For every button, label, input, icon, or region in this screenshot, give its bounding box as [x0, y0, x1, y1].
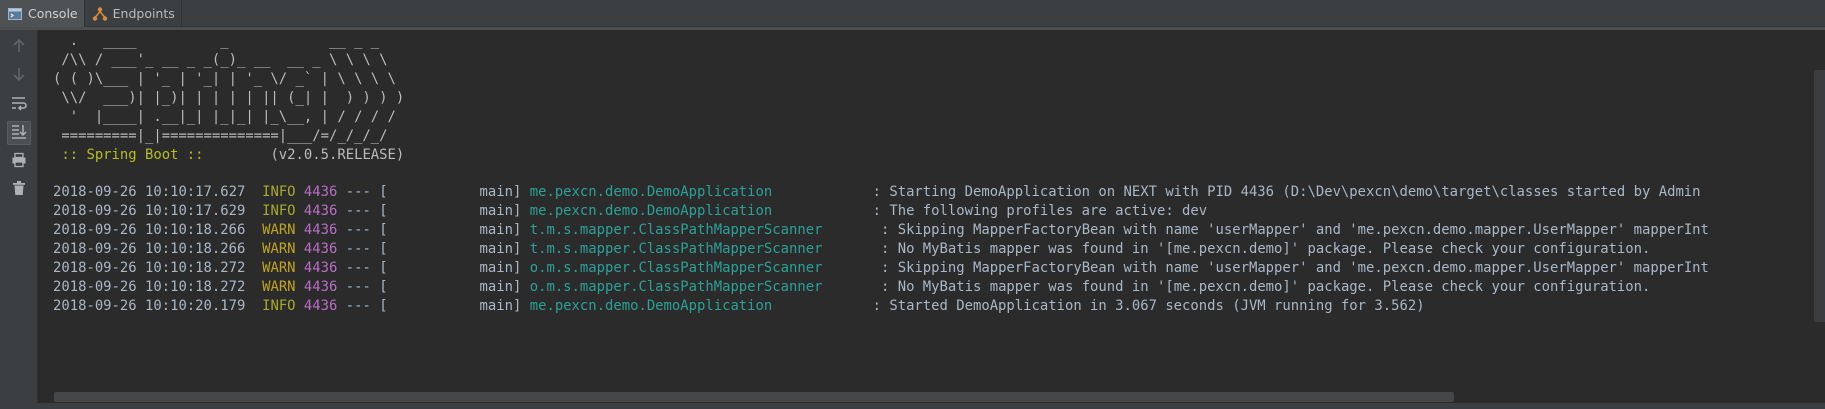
- log-space: [245, 279, 262, 295]
- console-output[interactable]: . ____ _ __ _ _ /\\ / ___'_ __ _ _(_)_ _…: [39, 30, 1825, 392]
- console-toolbar: [0, 30, 38, 409]
- vertical-scrollbar[interactable]: [1814, 70, 1825, 322]
- scroll-to-end-button[interactable]: [7, 121, 31, 145]
- log-space: [296, 184, 304, 200]
- soft-wrap-icon: [10, 95, 28, 115]
- log-timestamp: 2018-09-26 10:10:18.266: [53, 222, 246, 238]
- log-message: : No MyBatis mapper was found in '[me.pe…: [872, 279, 1651, 295]
- log-pid: 4436: [303, 260, 338, 276]
- print-icon: [11, 152, 27, 172]
- endpoints-icon: [91, 5, 109, 23]
- log-space: [296, 203, 304, 219]
- log-logger: t.m.s.mapper.ClassPathMapperScanner: [529, 241, 873, 257]
- log-timestamp: 2018-09-26 10:10:18.272: [53, 279, 246, 295]
- log-message: : Skipping MapperFactoryBean with name '…: [872, 222, 1709, 238]
- log-level: INFO: [262, 298, 296, 314]
- log-space: [296, 222, 304, 238]
- log-logger: me.pexcn.demo.DemoApplication: [529, 298, 865, 314]
- log-separator: --- [: [337, 260, 388, 276]
- bottom-border: [0, 403, 1825, 409]
- trash-icon: [11, 180, 27, 200]
- tab-endpoints[interactable]: Endpoints: [85, 0, 182, 27]
- log-level: WARN: [262, 260, 296, 276]
- log-space: [245, 298, 262, 314]
- scroll-to-end-icon: [10, 123, 28, 143]
- log-space: [296, 241, 304, 257]
- run-tool-window: Console Endpoints . ____ _ __ _ _ /\\ / …: [0, 0, 1825, 409]
- log-logger: o.m.s.mapper.ClassPathMapperScanner: [529, 260, 873, 276]
- log-space: [245, 203, 262, 219]
- log-thread: main]: [387, 298, 530, 314]
- up-arrow-icon: [11, 38, 27, 58]
- log-separator: --- [: [337, 241, 388, 257]
- log-level: INFO: [262, 184, 296, 200]
- spring-boot-version: (v2.0.5.RELEASE): [211, 147, 405, 163]
- log-separator: --- [: [337, 184, 388, 200]
- log-logger: me.pexcn.demo.DemoApplication: [529, 203, 865, 219]
- log-pid: 4436: [303, 184, 338, 200]
- log-timestamp: 2018-09-26 10:10:18.272: [53, 260, 246, 276]
- log-level: WARN: [262, 222, 296, 238]
- log-pid: 4436: [303, 241, 338, 257]
- scroll-down-button[interactable]: [7, 64, 31, 88]
- log-thread: main]: [387, 222, 530, 238]
- console-icon: [6, 5, 24, 23]
- log-timestamp: 2018-09-26 10:10:18.266: [53, 241, 246, 257]
- log-separator: --- [: [337, 222, 388, 238]
- log-logger: t.m.s.mapper.ClassPathMapperScanner: [529, 222, 873, 238]
- down-arrow-icon: [11, 66, 27, 86]
- log-timestamp: 2018-09-26 10:10:17.629: [53, 203, 246, 219]
- log-separator: --- [: [337, 298, 388, 314]
- log-space: [245, 184, 262, 200]
- spring-boot-version-line: :: Spring Boot :: (v2.0.5.RELEASE): [53, 144, 404, 166]
- log-space: [245, 222, 262, 238]
- log-space: [296, 298, 304, 314]
- print-button[interactable]: [7, 150, 31, 174]
- tool-window-tab-bar: Console Endpoints: [0, 0, 1825, 27]
- log-logger: me.pexcn.demo.DemoApplication: [529, 184, 865, 200]
- log-pid: 4436: [303, 203, 338, 219]
- log-timestamp: 2018-09-26 10:10:17.627: [53, 184, 246, 200]
- log-thread: main]: [387, 184, 530, 200]
- log-level: INFO: [262, 203, 296, 219]
- log-space: [245, 260, 262, 276]
- horizontal-scrollbar-thumb[interactable]: [54, 392, 1454, 402]
- log-timestamp: 2018-09-26 10:10:20.179: [53, 298, 246, 314]
- tab-console-label: Console: [28, 6, 78, 21]
- log-separator: --- [: [337, 203, 388, 219]
- log-pid: 4436: [303, 222, 338, 238]
- log-level: WARN: [262, 241, 296, 257]
- log-space: [245, 241, 262, 257]
- log-space: [296, 279, 304, 295]
- scroll-up-button[interactable]: [7, 36, 31, 60]
- tab-console[interactable]: Console: [0, 0, 85, 27]
- log-logger: o.m.s.mapper.ClassPathMapperScanner: [529, 279, 873, 295]
- clear-all-button[interactable]: [7, 178, 31, 202]
- log-space: [296, 260, 304, 276]
- log-message: : Started DemoApplication in 3.067 secon…: [864, 298, 1425, 314]
- log-pid: 4436: [303, 279, 338, 295]
- log-thread: main]: [387, 279, 530, 295]
- spring-boot-label: :: Spring Boot ::: [53, 147, 212, 163]
- log-thread: main]: [387, 260, 530, 276]
- log-message: : The following profiles are active: dev: [864, 203, 1208, 219]
- log-line: 2018-09-26 10:10:20.179 INFO 4436 --- [ …: [53, 295, 1425, 317]
- log-pid: 4436: [303, 298, 338, 314]
- log-level: WARN: [262, 279, 296, 295]
- log-thread: main]: [387, 241, 530, 257]
- log-thread: main]: [387, 203, 530, 219]
- log-message: : Skipping MapperFactoryBean with name '…: [872, 260, 1709, 276]
- tab-endpoints-label: Endpoints: [112, 6, 175, 21]
- log-message: : Starting DemoApplication on NEXT with …: [864, 184, 1701, 200]
- soft-wrap-button[interactable]: [7, 93, 31, 117]
- log-separator: --- [: [337, 279, 388, 295]
- log-message: : No MyBatis mapper was found in '[me.pe…: [872, 241, 1651, 257]
